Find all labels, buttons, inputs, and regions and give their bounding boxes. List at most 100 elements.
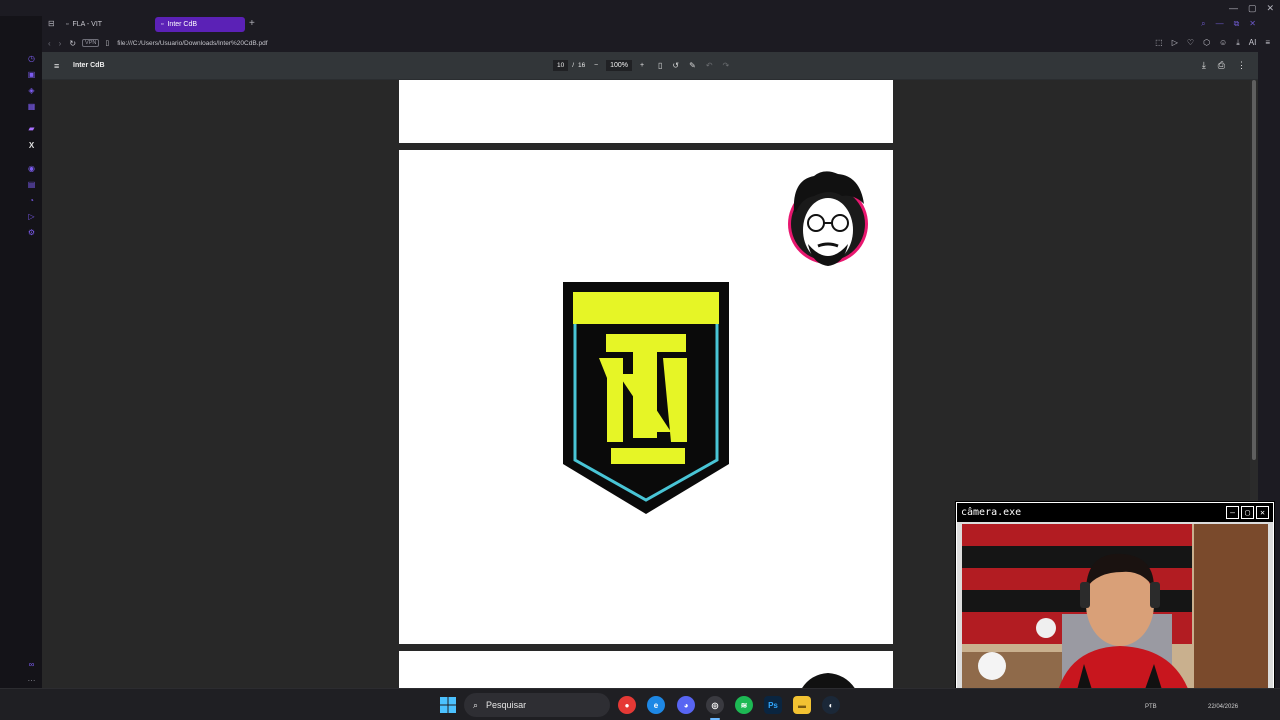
- page-separator: /: [572, 62, 575, 69]
- edge-icon[interactable]: e: [647, 696, 665, 714]
- play-icon[interactable]: ▷: [1172, 38, 1178, 48]
- tab-inter-cdb[interactable]: ▫ Inter CdB: [155, 17, 245, 32]
- minimize-icon[interactable]: —: [1229, 3, 1238, 14]
- rotate-icon[interactable]: ↺: [672, 61, 679, 70]
- extension-icon[interactable]: ⬡: [1203, 38, 1210, 48]
- menu-icon[interactable]: ≡: [1265, 38, 1270, 48]
- nav-buttons: ‹ › ↻: [48, 39, 76, 48]
- hamburger-icon[interactable]: ≡: [54, 61, 59, 71]
- ai-button[interactable]: AI: [1249, 38, 1257, 48]
- document-icon: ▫: [66, 21, 69, 28]
- scrollbar-thumb[interactable]: [1252, 80, 1256, 460]
- pdf-page-current: [399, 150, 893, 644]
- player-icon[interactable]: ◉: [27, 164, 36, 173]
- send-icon[interactable]: ▷: [27, 212, 36, 221]
- maximize-icon[interactable]: ▢: [1241, 506, 1254, 519]
- history-icon[interactable]: ◷: [27, 54, 36, 63]
- webcam-scene: [962, 524, 1268, 709]
- redo-icon[interactable]: ↷: [723, 61, 730, 70]
- close-icon[interactable]: ✕: [1249, 19, 1256, 29]
- new-tab-icon[interactable]: +: [249, 18, 255, 29]
- restore-icon[interactable]: ⧉: [1234, 19, 1240, 29]
- twitch-icon[interactable]: ▰: [27, 124, 36, 133]
- taskbar-date[interactable]: 22/04/2026: [1208, 704, 1238, 710]
- inter-cdb-crest: [563, 282, 729, 514]
- webcam-titlebar[interactable]: câmera.exe — ▢ ✕: [957, 503, 1273, 522]
- tab-bar: ◎ ⊟ ▫ FLA - VIT ▫ Inter CdB: [0, 16, 1280, 34]
- address-tools: ⬚ ▷ ♡ ⬡ ☺ ⤓ AI ≡: [1155, 38, 1270, 48]
- pdf-toolbar: ≡ Inter CdB 10 / 16 − 100% + ▯ ↺ ✎ ↶ ↷ ⤓…: [42, 52, 1258, 80]
- taskbar: ⌕ Pesquisar ● e ◕ ◎ ≋ Ps ▬ ◐ PTB 22/04/2…: [0, 688, 1280, 720]
- account-icon[interactable]: ☺: [1219, 38, 1227, 48]
- webcam-window[interactable]: câmera.exe — ▢ ✕: [956, 502, 1274, 712]
- settings-icon[interactable]: ⚙: [27, 228, 36, 237]
- messenger-icon[interactable]: ◈: [27, 86, 36, 95]
- webcam-controls: — ▢ ✕: [1226, 506, 1269, 519]
- snapshot-icon[interactable]: ⬚: [1155, 38, 1163, 48]
- pdf-tools: ▯ ↺ ✎ ↶ ↷: [658, 61, 729, 70]
- maximize-icon[interactable]: ▢: [1248, 3, 1257, 14]
- steam-icon[interactable]: ◐: [822, 696, 840, 714]
- spotify-icon[interactable]: ≋: [735, 696, 753, 714]
- back-icon[interactable]: ‹: [48, 39, 51, 48]
- more-icon[interactable]: ⋯: [27, 676, 36, 685]
- windows-start-icon[interactable]: [440, 697, 456, 713]
- chrome-icon[interactable]: ●: [618, 696, 636, 714]
- sidebar: ◷ ▣ ◈ ▦ ▰ X ◉ ▤ ◔ ▷ ⚙ ∞ ⋯: [0, 16, 42, 688]
- tab-manager-icon[interactable]: ⊟: [48, 19, 55, 28]
- download-icon[interactable]: ⤓: [1202, 60, 1206, 71]
- page-total: 16: [578, 62, 586, 69]
- discord-icon[interactable]: ◕: [677, 696, 695, 714]
- pdf-title: Inter CdB: [73, 62, 105, 69]
- pdf-page-previous: [399, 80, 893, 143]
- webcam-video: [962, 524, 1268, 709]
- x-icon[interactable]: X: [27, 141, 36, 150]
- language-indicator[interactable]: PTB: [1145, 704, 1157, 710]
- minimize-icon[interactable]: —: [1226, 506, 1239, 519]
- wallet-icon[interactable]: ▤: [27, 180, 36, 189]
- file-explorer-icon[interactable]: ▬: [793, 696, 811, 714]
- search-placeholder: Pesquisar: [486, 700, 527, 710]
- draw-icon[interactable]: ✎: [689, 61, 696, 70]
- minimize-icon[interactable]: —: [1216, 19, 1224, 29]
- search-tabs-icon[interactable]: ⌕: [1201, 19, 1205, 29]
- zoom-controls: − 100% +: [594, 60, 644, 71]
- pdf-page-next: [399, 651, 893, 688]
- window-controls: — ▢ ✕: [1229, 3, 1274, 14]
- avatar-logo: [802, 673, 855, 688]
- webcam-title: câmera.exe: [961, 507, 1022, 518]
- pdf-actions: ⤓ ⎙ ⋮: [1202, 60, 1246, 71]
- document-icon: ▫: [161, 21, 164, 28]
- zoom-out-icon[interactable]: −: [594, 62, 598, 69]
- forward-icon[interactable]: ›: [59, 39, 62, 48]
- page-indicator: 10 / 16: [553, 60, 585, 71]
- close-icon[interactable]: ✕: [1266, 3, 1274, 14]
- print-icon[interactable]: ⎙: [1218, 60, 1225, 71]
- undo-icon[interactable]: ↶: [706, 61, 713, 70]
- extensions-icon[interactable]: ∞: [27, 660, 36, 669]
- more-options-icon[interactable]: ⋮: [1237, 60, 1246, 71]
- opera-gx-icon[interactable]: ◎: [706, 696, 724, 714]
- url-field[interactable]: file:///C:/Users/Usuario/Downloads/Inter…: [117, 40, 267, 47]
- avatar-logo: [788, 171, 868, 266]
- page-input[interactable]: 10: [553, 60, 569, 71]
- clock-icon[interactable]: ◔: [27, 196, 36, 205]
- title-bar: — ▢ ✕: [0, 0, 1280, 16]
- search-icon: ⌕: [473, 699, 479, 710]
- fit-page-icon[interactable]: ▯: [658, 61, 662, 70]
- heart-icon[interactable]: ♡: [1187, 38, 1194, 48]
- tab-fla-vit[interactable]: ▫ FLA - VIT: [60, 17, 150, 32]
- photoshop-icon[interactable]: Ps: [764, 696, 782, 714]
- zoom-input[interactable]: 100%: [606, 60, 632, 71]
- close-icon[interactable]: ✕: [1256, 506, 1269, 519]
- tabbar-tools: ⌕ — ⧉ ✕: [1201, 19, 1256, 29]
- address-bar: ‹ › ↻ VPN ▯ file:///C:/Users/Usuario/Dow…: [42, 34, 1280, 52]
- file-icon: ▯: [105, 40, 110, 47]
- taskbar-search[interactable]: ⌕ Pesquisar: [464, 693, 610, 717]
- reload-icon[interactable]: ↻: [69, 39, 76, 48]
- zoom-in-icon[interactable]: +: [640, 62, 644, 69]
- bag-icon[interactable]: ▣: [27, 70, 36, 79]
- download-icon[interactable]: ⤓: [1236, 38, 1240, 48]
- grid-icon[interactable]: ▦: [27, 102, 36, 111]
- vpn-badge[interactable]: VPN: [82, 39, 100, 47]
